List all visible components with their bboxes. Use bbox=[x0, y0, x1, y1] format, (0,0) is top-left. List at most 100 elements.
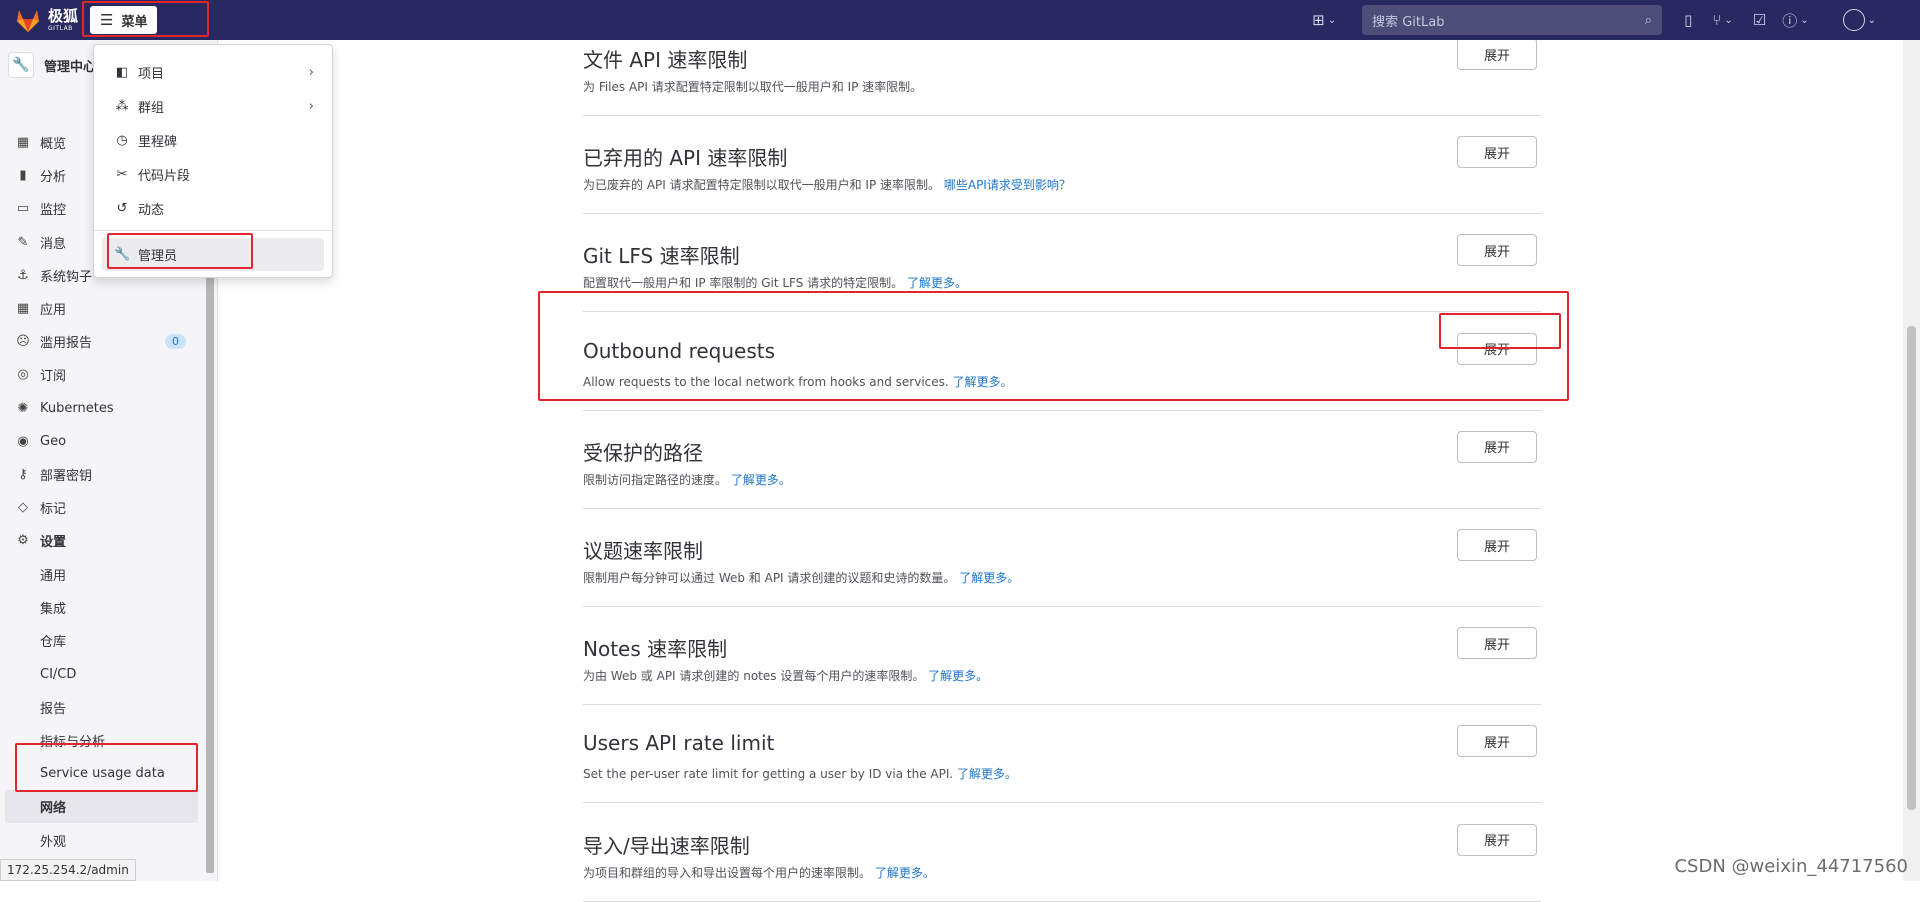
sidebar-item-5[interactable]: ▦应用 bbox=[0, 292, 206, 325]
new-item-button[interactable]: ⊞⌄ bbox=[1312, 11, 1336, 29]
section-description: 配置取代一般用户和 IP 率限制的 Git LFS 请求的特定限制。 了解更多。 bbox=[583, 274, 967, 291]
wrench-icon: 🔧 bbox=[8, 52, 34, 78]
todo-button[interactable]: ☑ bbox=[1753, 11, 1766, 29]
merge-requests-button[interactable]: ⑂⌄ bbox=[1712, 11, 1732, 29]
sidebar-item-label: 应用 bbox=[40, 299, 66, 318]
section-desc-text: 为 Files API 请求配置特定限制以取代一般用户和 IP 速率限制。 bbox=[583, 80, 922, 94]
search-icon: ⌕ bbox=[1645, 13, 1652, 28]
menu-item-3[interactable]: ✂代码片段 bbox=[94, 158, 332, 191]
section-desc-text: 为项目和群组的导入和导出设置每个用户的速率限制。 bbox=[583, 866, 871, 880]
menu-item-0[interactable]: ◧项目› bbox=[94, 56, 332, 89]
expand-button[interactable]: 展开 bbox=[1457, 431, 1537, 463]
sidebar-item-9[interactable]: ◉ Geo bbox=[0, 425, 206, 458]
menu-item-label: 群组 bbox=[138, 97, 164, 116]
chevron-right-icon: › bbox=[309, 99, 314, 114]
subscription-icon: ◎ bbox=[15, 367, 31, 382]
watermark: CSDN @weixin_44717560 bbox=[1674, 856, 1908, 877]
sidebar-item-label: Geo bbox=[40, 434, 66, 449]
todo-icon: ☑ bbox=[1753, 11, 1766, 29]
section-description: 限制用户每分钟可以通过 Web 和 API 请求创建的议题和史诗的数量。 了解更… bbox=[583, 569, 1019, 586]
expand-button[interactable]: 展开 bbox=[1457, 627, 1537, 659]
chevron-down-icon: ⌄ bbox=[1328, 15, 1336, 26]
expand-highlight-box bbox=[1439, 313, 1561, 349]
menu-item-2[interactable]: ◷ 里程碑 bbox=[94, 124, 332, 157]
expand-button[interactable]: 展开 bbox=[1457, 38, 1537, 70]
expand-button[interactable]: 展开 bbox=[1457, 234, 1537, 266]
sidebar-item-label: 消息 bbox=[40, 233, 66, 252]
page-scrollbar[interactable] bbox=[1903, 40, 1920, 881]
sidebar-item-label: 标记 bbox=[40, 498, 66, 517]
sidebar-subitem-7[interactable]: 网络 bbox=[5, 790, 198, 823]
key-icon: ⚷ bbox=[15, 467, 31, 482]
overview-icon: ▦ bbox=[15, 135, 31, 150]
learn-more-link[interactable]: 了解更多。 bbox=[731, 473, 791, 487]
sidebar-title: 管理中心 bbox=[44, 56, 96, 75]
page-scrollbar-thumb[interactable] bbox=[1907, 326, 1916, 810]
menu-item-4[interactable]: ↺动态 bbox=[94, 192, 332, 225]
section-title: Git LFS 速率限制 bbox=[583, 240, 740, 269]
search-input[interactable]: 搜索 GitLab ⌕ bbox=[1362, 5, 1662, 35]
menu-item-label: 动态 bbox=[138, 199, 164, 218]
sidebar-item-7[interactable]: ◎订阅 bbox=[0, 358, 206, 391]
learn-more-link[interactable]: 了解更多。 bbox=[928, 669, 988, 683]
chevron-right-icon: › bbox=[309, 65, 314, 80]
help-button[interactable]: ⓘ⌄ bbox=[1782, 10, 1808, 31]
learn-more-link[interactable]: 了解更多。 bbox=[907, 276, 967, 290]
sidebar-item-label: 分析 bbox=[40, 166, 66, 185]
menu-highlight-box bbox=[82, 1, 209, 37]
section-description: 限制访问指定路径的速度。 了解更多。 bbox=[583, 471, 791, 488]
snippet-icon: ✂ bbox=[114, 167, 130, 182]
search-placeholder: 搜索 GitLab bbox=[1372, 11, 1444, 30]
expand-button[interactable]: 展开 bbox=[1457, 529, 1537, 561]
issues-button[interactable]: ▯ bbox=[1684, 11, 1692, 29]
section-desc-text: Set the per-user rate limit for getting … bbox=[583, 767, 953, 781]
user-menu-button[interactable]: ⌄ bbox=[1843, 9, 1876, 31]
sidebar-item-10[interactable]: ⚷部署密钥 bbox=[0, 458, 206, 491]
dropdown-divider bbox=[94, 230, 332, 231]
menu-item-label: 里程碑 bbox=[138, 131, 177, 150]
section-title: 受保护的路径 bbox=[583, 437, 703, 466]
abuse-icon: ☹ bbox=[15, 334, 31, 349]
chevron-down-icon: ⌄ bbox=[1800, 15, 1808, 26]
sidebar-item-label: 监控 bbox=[40, 199, 66, 218]
sidebar-subitem-1[interactable]: 集成 bbox=[0, 591, 206, 624]
learn-more-link[interactable]: 了解更多。 bbox=[875, 866, 935, 880]
section-desc-text: 为由 Web 或 API 请求创建的 notes 设置每个用户的速率限制。 bbox=[583, 669, 924, 683]
sidebar-item-label: Kubernetes bbox=[40, 401, 114, 416]
sidebar-item-label: 概览 bbox=[40, 133, 66, 152]
sidebar-subitem-2[interactable]: 仓库 bbox=[0, 624, 206, 657]
expand-button[interactable]: 展开 bbox=[1457, 824, 1537, 856]
fox-logo-icon bbox=[14, 7, 42, 33]
milestone-icon: ◷ bbox=[114, 133, 130, 148]
status-url: 172.25.254.2/admin bbox=[0, 859, 136, 881]
expand-button[interactable]: 展开 bbox=[1457, 725, 1537, 757]
sidebar-subitem-0[interactable]: 通用 bbox=[0, 558, 206, 591]
sidebar-item-11[interactable]: ◇标记 bbox=[0, 491, 206, 524]
kubernetes-icon: ✺ bbox=[15, 401, 31, 416]
learn-more-link[interactable]: 了解更多。 bbox=[957, 767, 1017, 781]
sidebar-item-12[interactable]: ⚙设置 bbox=[0, 524, 206, 557]
learn-more-link[interactable]: 了解更多。 bbox=[959, 571, 1019, 585]
geo-icon: ◉ bbox=[15, 434, 31, 449]
merge-request-icon: ⑂ bbox=[1712, 11, 1721, 29]
sidebar-item-label: 滥用报告 bbox=[40, 332, 92, 351]
brand-logo[interactable]: 极狐 GITLAB bbox=[14, 7, 78, 33]
sidebar-item-label: 系统钩子 bbox=[40, 266, 92, 285]
learn-more-link[interactable]: 哪些API请求受到影响？ bbox=[944, 178, 1071, 192]
section-desc-text: 为已废弃的 API 请求配置特定限制以取代一般用户和 IP 速率限制。 bbox=[583, 178, 940, 192]
section-title: Users API rate limit bbox=[583, 731, 774, 755]
section-title: 导入/导出速率限制 bbox=[583, 830, 750, 859]
sidebar-item-label: 设置 bbox=[40, 531, 66, 550]
menu-item-label: 项目 bbox=[138, 63, 164, 82]
section-title: Notes 速率限制 bbox=[583, 633, 727, 662]
sidebar-item-6[interactable]: ☹滥用报告0 bbox=[0, 325, 206, 358]
menu-item-1[interactable]: ⁂群组› bbox=[94, 90, 332, 123]
help-icon: ⓘ bbox=[1782, 10, 1797, 31]
settings-section: 已弃用的 API 速率限制为已废弃的 API 请求配置特定限制以取代一般用户和 … bbox=[583, 116, 1541, 214]
sidebar-subitem-3[interactable]: CI/CD bbox=[0, 658, 206, 691]
issues-icon: ▯ bbox=[1684, 11, 1692, 29]
expand-button[interactable]: 展开 bbox=[1457, 136, 1537, 168]
section-desc-text: 限制访问指定路径的速度。 bbox=[583, 473, 727, 487]
sidebar-subitem-4[interactable]: 报告 bbox=[0, 691, 206, 724]
sidebar-item-8[interactable]: ✺ Kubernetes bbox=[0, 392, 206, 425]
